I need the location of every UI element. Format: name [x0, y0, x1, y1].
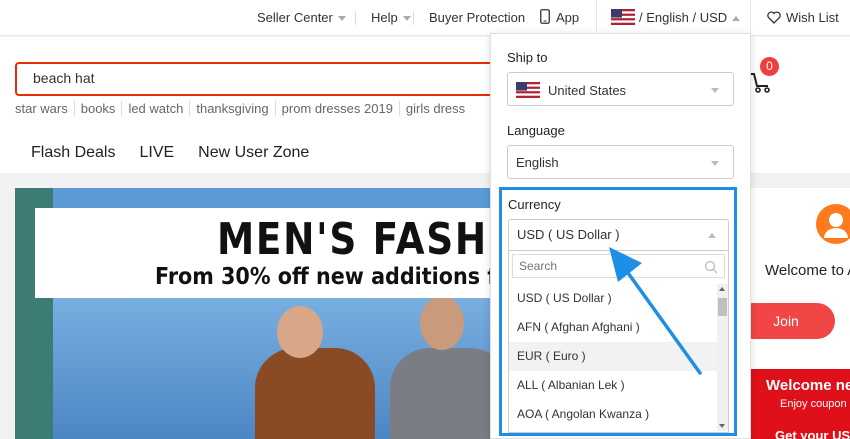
seller-center-menu[interactable]: Seller Center: [257, 0, 346, 36]
promo-subtitle: Enjoy coupon: [780, 398, 847, 410]
chevron-up-icon: [732, 16, 741, 22]
divider: [355, 11, 356, 25]
phone-icon: [540, 9, 550, 24]
heart-icon: [767, 11, 781, 24]
nav-live[interactable]: LIVE: [139, 144, 174, 161]
banner-subtitle: From 30% off new additions for you: [155, 264, 505, 290]
annotation-arrow-icon: [609, 247, 702, 375]
locale-summary: / English / USD: [639, 10, 728, 25]
ship-to-value: United States: [548, 83, 627, 98]
buyer-protection-link[interactable]: Buyer Protection: [429, 0, 525, 36]
hot-search-link[interactable]: star wars: [15, 101, 74, 116]
hot-search-link[interactable]: girls dress: [398, 101, 471, 116]
banner-model-coat: [390, 348, 505, 439]
main-nav: Flash Deals LIVE New User Zone: [31, 144, 333, 162]
nav-new-user-zone[interactable]: New User Zone: [198, 144, 309, 161]
new-user-promo[interactable]: Welcome new Enjoy coupon Get your US: [735, 369, 850, 439]
wish-list-link[interactable]: Wish List: [767, 0, 839, 36]
hot-search-link[interactable]: led watch: [121, 101, 189, 116]
us-flag-icon: [611, 9, 635, 25]
hot-search-link[interactable]: thanksgiving: [189, 101, 274, 116]
user-icon: [824, 213, 848, 238]
currency-option[interactable]: AOA ( Angolan Kwanza ): [509, 400, 719, 429]
hot-search-link[interactable]: prom dresses 2019: [274, 101, 399, 116]
hot-search-link[interactable]: books: [73, 101, 122, 116]
scroll-down-icon[interactable]: [719, 424, 725, 428]
scrollbar[interactable]: [717, 284, 728, 431]
user-panel: Welcome to A Join Welcome new Enjoy coup…: [735, 188, 850, 439]
banner-model-head: [420, 296, 464, 350]
help-menu[interactable]: Help: [371, 0, 411, 36]
app-link[interactable]: App: [540, 0, 579, 36]
promo-banner[interactable]: MEN'S FASHIO From 30% off new additions …: [15, 188, 505, 439]
promo-cta: Get your US: [775, 428, 850, 439]
chevron-down-icon: [711, 161, 719, 166]
divider: [413, 11, 414, 25]
nav-flash-deals[interactable]: Flash Deals: [31, 144, 115, 161]
language-value: English: [516, 155, 559, 170]
currency-value: USD ( US Dollar ): [517, 227, 620, 242]
search-input[interactable]: beach hat: [15, 62, 505, 96]
wish-list-label: Wish List: [786, 10, 839, 25]
app-label: App: [556, 10, 580, 25]
currency-label: Currency: [508, 197, 561, 212]
page: Seller Center Help Buyer Protection App …: [0, 0, 850, 439]
promo-title: Welcome new: [766, 377, 850, 394]
help-label: Help: [371, 10, 398, 25]
scroll-up-icon[interactable]: [719, 287, 725, 291]
scrollbar-thumb[interactable]: [718, 298, 727, 316]
search-value: beach hat: [33, 70, 95, 86]
avatar: [816, 204, 850, 244]
hot-searches: star wars books led watch thanksgiving prom …: [15, 101, 471, 116]
ship-to-language-currency-selector[interactable]: / English / USD: [596, 0, 751, 37]
language-label: Language: [507, 123, 565, 138]
welcome-text: Welcome to A: [765, 262, 850, 279]
top-bar: Seller Center Help Buyer Protection App …: [0, 0, 850, 37]
selector-content: / English / USD: [611, 0, 741, 36]
cart-count-badge: 0: [760, 57, 779, 76]
banner-model-head: [277, 306, 323, 358]
chevron-down-icon: [337, 16, 346, 22]
banner-model-jacket: [255, 348, 375, 439]
ship-to-label: Ship to: [507, 50, 548, 65]
chevron-down-icon: [711, 88, 719, 93]
ship-to-select[interactable]: United States: [507, 72, 734, 106]
seller-center-label: Seller Center: [257, 10, 333, 25]
us-flag-icon: [516, 82, 540, 98]
chevron-up-icon: [708, 233, 716, 238]
chevron-down-icon: [402, 16, 411, 22]
language-select[interactable]: English: [507, 145, 734, 179]
ship-to-selected: United States: [516, 82, 626, 98]
banner-title: MEN'S FASHIO: [217, 214, 505, 265]
